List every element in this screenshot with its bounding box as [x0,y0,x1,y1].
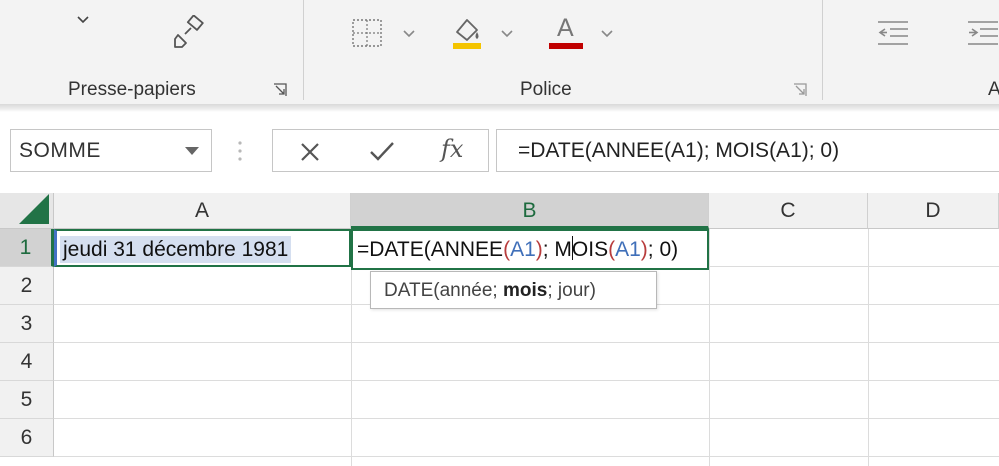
chevron-down-icon[interactable] [601,30,613,38]
cancel-icon[interactable] [299,141,321,163]
formula-token: OIS [571,238,609,261]
formula-token: ; 0) [647,238,679,261]
group-label-clipboard: Presse-papiers [68,79,196,100]
tooltip-prefix: DATE(année; [384,280,503,301]
grid-line [54,342,999,343]
row-header-1[interactable]: 1 [0,229,54,267]
grid-line [709,229,710,466]
decrease-indent-icon[interactable] [876,20,910,46]
function-tooltip: DATE(année; mois; jour) [370,271,657,309]
row-header-3[interactable]: 3 [0,305,54,343]
formula-token: =DATE(ANNEE [357,238,504,261]
insert-function-button[interactable]: fx [441,135,463,163]
select-all-button[interactable] [0,193,54,229]
formula-paren: ) [640,238,648,261]
formula-token: ; M [542,238,572,261]
column-header-b[interactable]: B [351,193,709,229]
column-header-c[interactable]: C [709,193,868,229]
font-color-bar [549,43,583,49]
row-header-4[interactable]: 4 [0,343,54,381]
checkmark-icon[interactable] [369,140,395,162]
grid-line [54,456,999,457]
chevron-down-icon[interactable] [77,16,89,24]
group-separator [303,0,304,100]
format-painter-icon[interactable] [172,15,206,49]
increase-indent-icon[interactable] [966,20,999,46]
formula-paren: ) [535,238,543,261]
formula-buttons: fx [272,129,489,172]
cell-b1-formula: =DATE(ANNEE(A1); MOIS(A1); 0) [357,236,678,264]
formula-text: =DATE(ANNEE(A1); MOIS(A1); 0) [518,139,840,162]
select-all-triangle-icon [19,194,49,224]
dialog-launcher-icon[interactable] [792,82,808,98]
cell-a1-value: jeudi 31 décembre 1981 [60,236,292,263]
ribbon: Presse-papiers A Police A [0,0,999,107]
grip-icon[interactable] [237,140,243,162]
chevron-down-icon[interactable] [403,30,415,38]
cell-b1-editor[interactable]: =DATE(ANNEE(A1); MOIS(A1); 0) [351,229,709,270]
cell-a1[interactable]: jeudi 31 décembre 1981 [54,229,351,267]
row-header-2[interactable]: 2 [0,267,54,305]
group-separator [822,0,823,100]
font-color-icon[interactable]: A [549,14,583,50]
grid-line [54,380,999,381]
tooltip-current-argument[interactable]: mois [503,280,547,301]
formula-reference: A1 [510,238,536,261]
grid-line [54,418,999,419]
formula-paren: ( [503,238,511,261]
chevron-down-icon[interactable] [501,30,513,38]
name-box-value: SOMME [19,139,101,162]
row-header-5[interactable]: 5 [0,381,54,419]
group-label-font: Police [520,79,572,100]
name-box[interactable]: SOMME [10,129,212,172]
grid-line [868,229,869,466]
column-header-d[interactable]: D [868,193,999,229]
font-color-letter: A [557,14,574,42]
fill-color-icon[interactable] [449,14,485,50]
tooltip-suffix: ; jour) [547,280,596,301]
chevron-down-icon[interactable] [185,147,199,155]
group-label-alignment: A [988,79,999,100]
column-header-a[interactable]: A [54,193,351,229]
formula-input[interactable]: =DATE(ANNEE(A1); MOIS(A1); 0) [496,129,999,172]
formula-reference: A1 [615,238,641,261]
borders-icon[interactable] [351,18,383,48]
dialog-launcher-icon[interactable] [272,82,288,98]
ribbon-shadow [0,104,999,112]
row-header-6[interactable]: 6 [0,419,54,457]
